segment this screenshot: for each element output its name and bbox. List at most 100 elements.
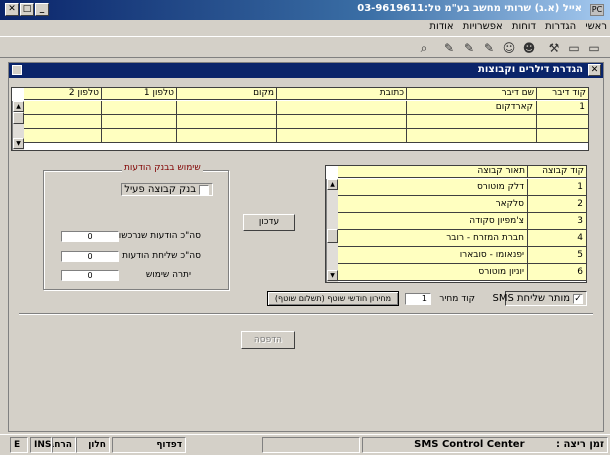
table-cell[interactable]: 1: [537, 101, 589, 115]
table-cell[interactable]: 5: [528, 247, 587, 264]
dealers-scrollbar[interactable]: ▲ ▼: [12, 101, 24, 150]
table-cell[interactable]: [277, 129, 407, 143]
column-header[interactable]: תאור קבוצה: [338, 166, 528, 178]
table-cell[interactable]: יפנאומו - סובארו: [338, 247, 528, 264]
sms-allowed-label: מותר שליחת SMS: [492, 293, 570, 304]
table-cell[interactable]: 3: [528, 213, 587, 230]
column-header[interactable]: קוד קבוצה: [528, 166, 587, 178]
window-title: אייל (א.ג) שרותי מחשב בע"מ טל:03-9619611: [357, 3, 582, 14]
groups-scrollbar[interactable]: ▲ ▼: [326, 179, 338, 282]
column-header[interactable]: טלפון 2: [24, 88, 102, 100]
status-app-name: זמן ריצה : SMS Control Center: [362, 437, 608, 453]
user-group-icon[interactable]: ☻: [520, 39, 538, 57]
subwindow-title-bar[interactable]: הגדרת דילרים וקבוצות ✕: [9, 63, 603, 78]
folder-open-icon[interactable]: ▭: [565, 39, 583, 57]
binoculars-icon[interactable]: ⌕: [415, 39, 433, 57]
table-cell[interactable]: [24, 101, 102, 115]
purchased-messages-label: סה"כ הודעות שנרכשו: [118, 231, 201, 241]
groups-table[interactable]: קוד קבוצה תאור קבוצה 1 דלק מוטורס 2 סלקאר 3 צ…: [325, 165, 587, 283]
scroll-down-button[interactable]: ▼: [13, 138, 24, 149]
scroll-thumb[interactable]: [327, 229, 338, 243]
print-button[interactable]: הדפסה: [241, 331, 295, 349]
pen-icon[interactable]: ✎: [440, 39, 458, 57]
dealers-table[interactable]: קוד דיבר שם דיבר כתובת מקום טלפון 1 טלפו…: [11, 87, 589, 151]
active-bank-label: בנק קבוצה פעיל: [124, 184, 196, 195]
sms-allowed-frame[interactable]: ✓ מותר שליחת SMS: [492, 291, 587, 306]
table-cell[interactable]: [277, 101, 407, 115]
menu-bar: ראשי הגדרות דוחות אפשרויות אודות: [0, 20, 610, 34]
balance-label: יתרה שימוש: [145, 270, 191, 280]
balance-field[interactable]: 0: [61, 270, 119, 281]
table-cell[interactable]: 2: [528, 196, 587, 213]
table-cell[interactable]: [277, 115, 407, 129]
active-bank-checkbox-frame[interactable]: בנק קבוצה פעיל: [121, 183, 213, 196]
scroll-thumb[interactable]: [13, 112, 24, 124]
purchased-messages-field[interactable]: 0: [61, 231, 119, 242]
window-title-bar[interactable]: ✕ □ _ אייל (א.ג) שרותי מחשב בע"מ טל:03-9…: [0, 0, 610, 20]
table-cell[interactable]: 1: [528, 179, 587, 196]
menu-reports[interactable]: דוחות: [509, 20, 539, 34]
table-cell[interactable]: [177, 115, 277, 129]
toolbar: ⌕ ✎ ✎ ✎ ☺ ☻ ⚒ ▭ ▭: [0, 36, 610, 58]
status-bar: זמן ריצה : SMS Control Center דפדוף חלון…: [0, 434, 610, 455]
table-cell[interactable]: 6: [528, 264, 587, 281]
app-name: SMS Control Center: [414, 439, 525, 450]
table-cell[interactable]: [24, 129, 102, 143]
scroll-up-button[interactable]: ▲: [13, 101, 24, 112]
table-cell[interactable]: [102, 129, 177, 143]
update-button[interactable]: עדכון: [243, 214, 295, 231]
table-cell[interactable]: [407, 115, 537, 129]
price-code-label: קוד מחיר: [439, 294, 475, 304]
status-empty-pane: [262, 437, 360, 453]
column-header[interactable]: טלפון 1: [102, 88, 177, 100]
sent-messages-label: סה"כ שליחת הודעות: [122, 251, 201, 261]
maximize-button[interactable]: □: [20, 3, 34, 16]
monthly-price-list-button[interactable]: מחירון חודשי שוטף (תשלום שוטף): [267, 291, 399, 306]
menu-options[interactable]: אפשרויות: [460, 20, 506, 34]
table-cell[interactable]: [24, 115, 102, 129]
column-header[interactable]: מקום: [177, 88, 277, 100]
pen-add-icon[interactable]: ✎: [460, 39, 478, 57]
folder-icon[interactable]: ▭: [585, 39, 603, 57]
scroll-down-button[interactable]: ▼: [327, 270, 338, 281]
table-cell[interactable]: [177, 101, 277, 115]
table-cell[interactable]: צ'מפיון סקודה: [338, 213, 528, 230]
price-code-field[interactable]: 1: [405, 293, 431, 305]
sent-messages-field[interactable]: 0: [61, 251, 119, 262]
table-cell[interactable]: [177, 129, 277, 143]
dealers-groups-window: הגדרת דילרים וקבוצות ✕ קוד דיבר שם דיבר …: [8, 62, 604, 432]
table-cell[interactable]: יוניון מוטורס: [338, 264, 528, 281]
table-cell[interactable]: [102, 115, 177, 129]
pen-alt-icon[interactable]: ✎: [480, 39, 498, 57]
table-cell[interactable]: [537, 115, 589, 129]
status-mode-pane: הרחב: [52, 437, 76, 453]
column-header[interactable]: שם דיבר: [407, 88, 537, 100]
status-lang-pane: E: [10, 437, 28, 453]
table-cell[interactable]: דלק מוטורס: [338, 179, 528, 196]
runtime-label: זמן ריצה :: [556, 439, 604, 450]
table-cell[interactable]: [407, 129, 537, 143]
sms-allowed-checkbox[interactable]: ✓: [573, 294, 583, 304]
subwindow-icon: [12, 65, 22, 75]
minimize-button[interactable]: _: [35, 3, 49, 16]
column-header[interactable]: כתובת: [277, 88, 407, 100]
table-cell[interactable]: סלקאר: [338, 196, 528, 213]
status-page-pane: דפדוף: [112, 437, 186, 453]
menu-settings[interactable]: הגדרות: [542, 20, 579, 34]
table-cell[interactable]: קארדקום: [407, 101, 537, 115]
user-settings-icon[interactable]: ☺: [500, 39, 518, 57]
column-header[interactable]: קוד דיבר: [537, 88, 589, 100]
menu-main[interactable]: ראשי: [582, 20, 610, 34]
table-cell[interactable]: 4: [528, 230, 587, 247]
scroll-up-button[interactable]: ▲: [327, 179, 338, 190]
status-ins-pane: INS: [30, 437, 52, 453]
menu-about[interactable]: אודות: [426, 20, 456, 34]
subwindow-close-button[interactable]: ✕: [588, 64, 601, 76]
close-button[interactable]: ✕: [5, 3, 19, 16]
app-icon[interactable]: PC: [590, 4, 604, 16]
active-bank-checkbox[interactable]: [199, 185, 209, 195]
table-cell[interactable]: [537, 129, 589, 143]
tools-icon[interactable]: ⚒: [545, 39, 563, 57]
table-cell[interactable]: [102, 101, 177, 115]
table-cell[interactable]: חברת המזרח - רובר: [338, 230, 528, 247]
